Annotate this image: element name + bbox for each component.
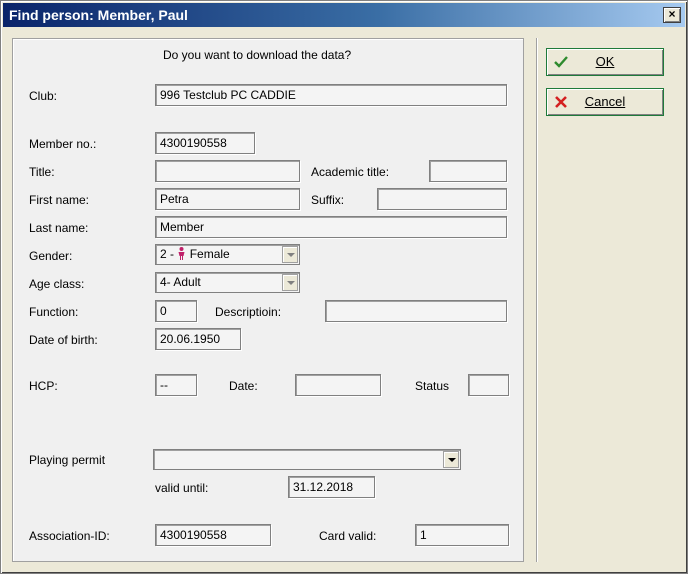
first-name-field[interactable]: Petra — [155, 188, 300, 210]
checkmark-icon — [554, 56, 568, 68]
cancel-button[interactable]: Cancel — [546, 88, 664, 116]
download-prompt: Do you want to download the data? — [163, 48, 352, 62]
suffix-label: Suffix: — [311, 193, 345, 207]
academic-title-field[interactable] — [429, 160, 507, 182]
last-name-label: Last name: — [29, 221, 89, 235]
suffix-field[interactable] — [377, 188, 507, 210]
date-field[interactable] — [295, 374, 381, 396]
hcp-field[interactable]: -- — [155, 374, 197, 396]
member-no-field[interactable]: 4300190558 — [155, 132, 255, 154]
close-button[interactable]: × — [663, 7, 681, 23]
first-name-label: First name: — [29, 193, 90, 207]
status-label: Status — [415, 379, 450, 393]
date-of-birth-field[interactable]: 20.06.1950 — [155, 328, 241, 350]
chevron-down-icon[interactable] — [282, 274, 298, 291]
association-id-label: Association-ID: — [29, 529, 110, 543]
cancel-x-icon — [555, 96, 567, 108]
association-id-field[interactable]: 4300190558 — [155, 524, 271, 546]
title-label: Title: — [29, 165, 55, 179]
last-name-field[interactable]: Member — [155, 216, 507, 238]
hcp-label: HCP: — [29, 379, 58, 393]
club-label: Club: — [29, 89, 58, 103]
club-field[interactable]: 996 Testclub PC CADDIE — [155, 84, 507, 106]
date-of-birth-label: Date of birth: — [29, 333, 98, 347]
function-field[interactable]: 0 — [155, 300, 197, 322]
valid-until-field[interactable]: 31.12.2018 — [288, 476, 375, 498]
gender-value: Female — [189, 247, 230, 261]
description-field[interactable] — [325, 300, 507, 322]
gender-select[interactable]: 2 - Female — [155, 244, 300, 265]
function-label: Function: — [29, 305, 79, 319]
member-no-label: Member no.: — [29, 137, 97, 151]
title-bar: Find person: Member, Paul × — [3, 3, 685, 27]
description-label: Descriptioin: — [215, 305, 282, 319]
date-label: Date: — [229, 379, 258, 393]
playing-permit-label: Playing permit — [29, 453, 106, 467]
age-class-select[interactable]: 4- Adult — [155, 272, 300, 293]
academic-title-label: Academic title: — [311, 165, 390, 179]
female-icon — [178, 247, 185, 260]
window-title: Find person: Member, Paul — [9, 7, 188, 23]
chevron-down-icon[interactable] — [443, 451, 459, 468]
ok-label: OK — [595, 54, 615, 69]
gender-prefix: 2 - — [160, 247, 178, 261]
title-field[interactable] — [155, 160, 300, 182]
playing-permit-select[interactable] — [153, 449, 461, 470]
chevron-down-icon[interactable] — [282, 246, 298, 263]
valid-until-label: valid until: — [155, 481, 209, 495]
button-panel — [536, 38, 676, 562]
ok-button[interactable]: OK — [546, 48, 664, 76]
card-valid-field[interactable]: 1 — [415, 524, 509, 546]
age-class-label: Age class: — [29, 277, 85, 291]
card-valid-label: Card valid: — [319, 529, 377, 543]
gender-label: Gender: — [29, 249, 73, 263]
age-class-value: 4- Adult — [160, 275, 201, 289]
status-field[interactable] — [468, 374, 509, 396]
cancel-label: Cancel — [584, 94, 626, 109]
